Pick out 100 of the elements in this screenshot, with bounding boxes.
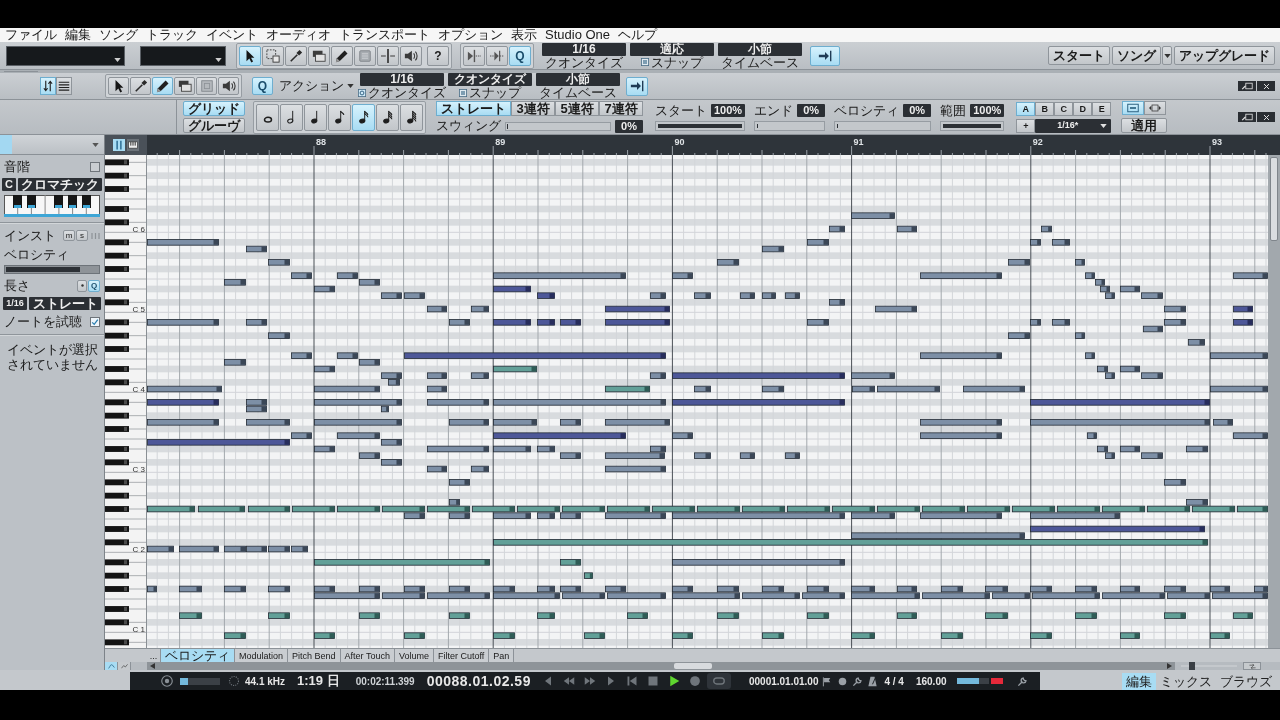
view-button[interactable] bbox=[40, 77, 56, 95]
dot-icon[interactable] bbox=[837, 675, 849, 687]
tempo[interactable]: 160.00 bbox=[915, 675, 947, 687]
follow-button[interactable] bbox=[810, 45, 840, 66]
scrollbar-thumb[interactable] bbox=[1270, 157, 1278, 241]
snap-icon[interactable] bbox=[641, 58, 649, 66]
channel-button[interactable]: m bbox=[63, 230, 75, 241]
tuplet-button[interactable]: 3連符 bbox=[511, 101, 555, 116]
swing-slider[interactable] bbox=[505, 121, 611, 131]
scrollbar-thumb[interactable] bbox=[674, 663, 712, 669]
slot-button[interactable]: B bbox=[1035, 101, 1055, 116]
view-tab[interactable]: ブラウズ bbox=[1216, 673, 1276, 690]
menu-item[interactable]: ファイル bbox=[5, 28, 57, 42]
dropdown-button[interactable] bbox=[1162, 46, 1172, 65]
slot-button[interactable]: E bbox=[1092, 101, 1112, 116]
action-menu[interactable]: アクション bbox=[279, 77, 354, 95]
quantize-button[interactable]: Q bbox=[252, 77, 273, 95]
close-button[interactable] bbox=[1257, 81, 1275, 91]
scale-keyboard[interactable] bbox=[4, 195, 100, 217]
piano-keyboard[interactable] bbox=[105, 155, 147, 648]
lane-tab[interactable]: Filter Cutoff bbox=[433, 649, 490, 662]
page-button[interactable]: スタート bbox=[1048, 46, 1110, 65]
tool-button[interactable] bbox=[108, 77, 129, 95]
follow-button[interactable] bbox=[626, 76, 648, 96]
menu-item[interactable]: トランスポート bbox=[339, 28, 430, 42]
root-dropdown[interactable]: C bbox=[2, 178, 16, 191]
value-display[interactable]: 小節 bbox=[718, 42, 802, 56]
wrench-icon[interactable] bbox=[852, 675, 864, 687]
keyboard-view-button[interactable] bbox=[113, 139, 125, 151]
lane-menu-button[interactable]: ... bbox=[147, 649, 161, 662]
close-button[interactable] bbox=[1257, 112, 1275, 122]
param-slider[interactable] bbox=[754, 120, 826, 131]
note-value-button[interactable] bbox=[304, 103, 327, 131]
tool-button[interactable] bbox=[218, 77, 239, 95]
grid-dropdown[interactable]: 1/16* bbox=[1035, 118, 1112, 133]
value-display[interactable]: クオンタイズ bbox=[448, 73, 532, 86]
menu-item[interactable]: トラック bbox=[146, 28, 198, 42]
apply-button[interactable]: 適用 bbox=[1121, 118, 1168, 133]
right-arrow-icon[interactable] bbox=[1167, 663, 1172, 669]
lane-tab[interactable]: Pan bbox=[489, 649, 515, 662]
ring-icon[interactable] bbox=[160, 674, 174, 688]
lane-tab[interactable]: Modulation bbox=[235, 649, 289, 662]
nudge-button[interactable] bbox=[486, 45, 508, 66]
tool-button[interactable] bbox=[308, 45, 330, 66]
menu-item[interactable]: オプション bbox=[438, 28, 503, 42]
tool-button[interactable] bbox=[152, 77, 173, 95]
help-button[interactable]: ? bbox=[427, 45, 449, 66]
page-button[interactable]: ソング bbox=[1112, 46, 1161, 65]
tool-button[interactable] bbox=[331, 45, 353, 66]
tuplet-button[interactable]: ストレート bbox=[436, 101, 511, 116]
menu-item[interactable]: ヘルプ bbox=[618, 28, 658, 42]
slot-button[interactable]: A bbox=[1016, 101, 1036, 116]
value-display[interactable]: 小節 bbox=[536, 73, 620, 86]
note-value-button[interactable] bbox=[280, 103, 303, 131]
tool-button[interactable] bbox=[377, 45, 399, 66]
menu-item[interactable]: 編集 bbox=[65, 28, 91, 42]
restore-button[interactable] bbox=[1238, 112, 1256, 122]
keyboard-view-button[interactable] bbox=[127, 139, 139, 151]
value-display[interactable]: 0% bbox=[797, 104, 826, 117]
quantize-button[interactable]: Q bbox=[509, 45, 531, 66]
menu-item[interactable]: イベント bbox=[206, 28, 258, 42]
note-value-button[interactable] bbox=[376, 103, 399, 131]
view-button[interactable] bbox=[56, 77, 72, 95]
quantize-button[interactable]: Q bbox=[88, 279, 100, 292]
quantize-icon[interactable] bbox=[358, 88, 366, 97]
horizontal-scrollbar[interactable] bbox=[147, 662, 1175, 670]
value-display[interactable]: 適応 bbox=[630, 42, 714, 56]
slider-thumb[interactable] bbox=[1189, 662, 1196, 670]
metronome-icon[interactable] bbox=[867, 675, 879, 687]
dotted-button[interactable] bbox=[77, 279, 87, 292]
lane-tab[interactable]: After Touch bbox=[340, 649, 395, 662]
tuplet-button[interactable]: 7連符 bbox=[599, 101, 643, 116]
dropdown-field[interactable] bbox=[6, 45, 125, 66]
value-display[interactable]: 1/16 bbox=[360, 73, 444, 86]
view-tab[interactable]: ミックス bbox=[1156, 673, 1216, 690]
menu-item[interactable]: 表示 bbox=[511, 28, 537, 42]
apply-mode-button[interactable] bbox=[1122, 101, 1145, 115]
checkbox[interactable] bbox=[90, 161, 100, 172]
tool-button[interactable] bbox=[285, 45, 307, 66]
note-value-button[interactable] bbox=[328, 103, 351, 131]
param-slider[interactable] bbox=[834, 120, 932, 131]
menu-item[interactable]: オーディオ bbox=[266, 28, 331, 42]
clip-indicator[interactable] bbox=[990, 678, 1003, 684]
add-button[interactable]: + bbox=[1016, 118, 1036, 133]
lane-tab[interactable]: Pitch Bend bbox=[288, 649, 341, 662]
note-value-button[interactable] bbox=[352, 103, 375, 131]
tool-button[interactable] bbox=[130, 77, 151, 95]
nudge-button[interactable] bbox=[463, 45, 485, 66]
slot-button[interactable]: C bbox=[1054, 101, 1074, 116]
value-display[interactable]: 0% bbox=[615, 119, 643, 133]
lane-tab[interactable]: Volume bbox=[394, 649, 434, 662]
length-mode-dropdown[interactable]: ストレート bbox=[29, 297, 101, 310]
velocity-slider[interactable] bbox=[4, 265, 100, 274]
checkbox[interactable] bbox=[90, 316, 100, 327]
left-arrow-icon[interactable] bbox=[150, 663, 155, 669]
value-display[interactable]: 1/16 bbox=[542, 42, 626, 56]
time-signature[interactable]: 4 / 4 bbox=[884, 675, 904, 687]
value-display[interactable]: 100% bbox=[970, 104, 1005, 117]
value-display[interactable]: 0% bbox=[903, 104, 932, 117]
view-tab[interactable]: 編集 bbox=[1122, 673, 1156, 690]
